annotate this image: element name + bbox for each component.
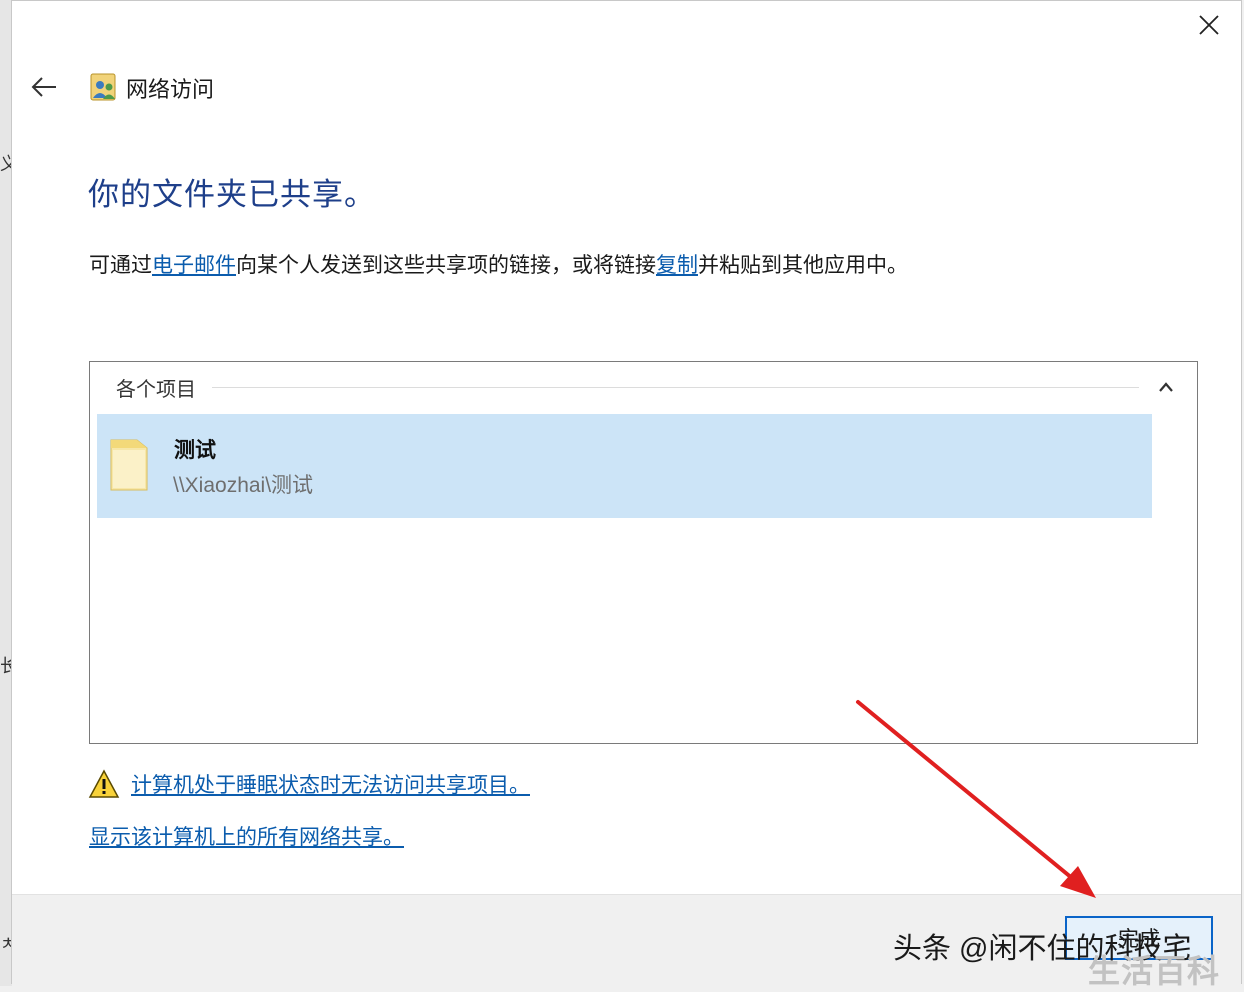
chevron-up-icon: [1159, 382, 1173, 392]
description-text: 并粘贴到其他应用中。: [698, 254, 908, 277]
back-arrow-icon: [31, 77, 56, 97]
description-text: 向某个人发送到这些共享项的链接，或将链接: [236, 254, 656, 277]
folder-icon: [110, 439, 148, 491]
group-title: 各个项目: [116, 378, 196, 401]
network-users-icon: [90, 73, 116, 101]
close-icon: [1199, 15, 1219, 35]
sleep-warning-link[interactable]: 计算机处于睡眠状态时无法访问共享项目。: [131, 769, 530, 799]
collapse-group-button[interactable]: [1155, 376, 1177, 398]
warning-icon: [88, 769, 120, 798]
copy-link[interactable]: 复制: [656, 254, 698, 277]
close-button[interactable]: [1187, 7, 1231, 43]
group-header: 各个项目: [116, 372, 1177, 402]
shared-items-list[interactable]: 各个项目 测试 \\Xiaozhai\测试: [89, 361, 1198, 744]
show-all-shares-link[interactable]: 显示该计算机上的所有网络共享。: [89, 821, 404, 851]
network-access-dialog: 网络访问 你的文件夹已共享。 可通过电子邮件向某个人发送到这些共享项的链接，或将…: [11, 0, 1242, 986]
item-name: 测试: [174, 439, 216, 462]
window-title: 网络访问: [126, 77, 215, 102]
group-divider: [212, 386, 1139, 388]
item-path: \\Xiaozhai\测试: [173, 474, 314, 497]
share-description: 可通过电子邮件向某个人发送到这些共享项的链接，或将链接复制并粘贴到其他应用中。: [89, 249, 908, 279]
back-button[interactable]: [26, 71, 62, 103]
watermark-logo-text: 生活百科: [1088, 953, 1221, 989]
email-link[interactable]: 电子邮件: [152, 254, 236, 277]
list-item[interactable]: 测试 \\Xiaozhai\测试: [97, 414, 1152, 518]
page-heading: 你的文件夹已共享。: [88, 177, 376, 212]
description-text: 可通过: [89, 254, 152, 277]
